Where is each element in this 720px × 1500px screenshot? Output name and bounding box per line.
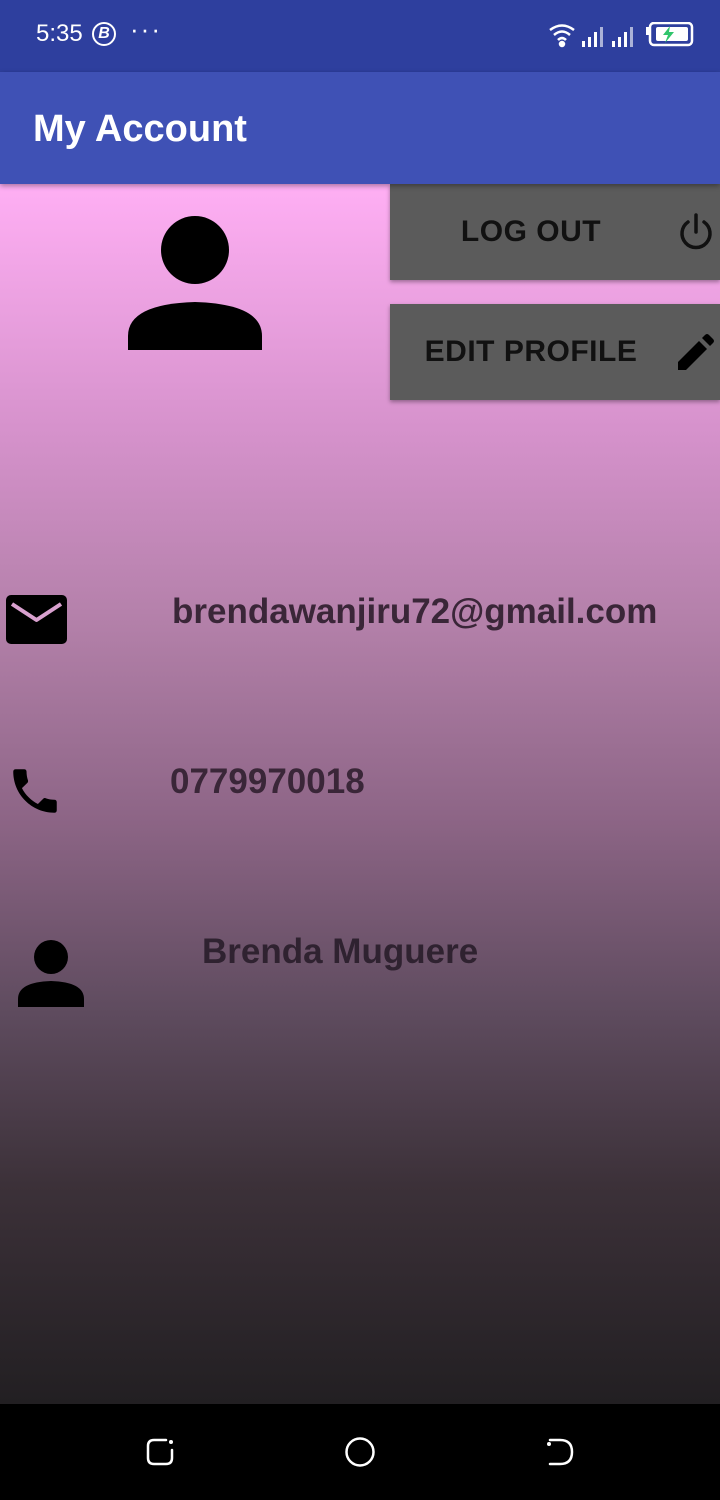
page-title: My Account	[33, 108, 247, 150]
status-icons	[549, 22, 694, 48]
edit-profile-button[interactable]: EDIT PROFILE	[390, 304, 720, 400]
recents-icon[interactable]	[144, 1436, 176, 1468]
power-icon	[680, 213, 712, 250]
pencil-icon	[678, 334, 714, 370]
back-icon[interactable]	[544, 1436, 576, 1468]
logout-label: LOG OUT	[460, 215, 602, 248]
phone-text: 0779970018	[170, 762, 365, 801]
battery-charging-icon	[646, 22, 694, 47]
signal-icon	[612, 27, 633, 47]
notification-badge-icon: B	[92, 22, 116, 46]
signal-icon	[582, 27, 603, 47]
more-notifications-icon: ···	[130, 14, 162, 44]
email-text: brendawanjiru72@gmail.com	[172, 592, 658, 631]
logout-button[interactable]: LOG OUT	[390, 184, 720, 280]
account-content: LOG OUT EDIT PROFILE brendawanjiru72@gma…	[0, 184, 720, 1404]
status-bar: 5:35 B ···	[0, 0, 720, 72]
name-text: Brenda Muguere	[202, 932, 479, 971]
mail-icon	[6, 595, 67, 644]
navigation-bar	[0, 1404, 720, 1500]
home-icon[interactable]	[344, 1436, 376, 1468]
status-time: 5:35	[36, 20, 83, 47]
person-icon	[128, 216, 262, 350]
wifi-icon	[549, 24, 575, 48]
edit-profile-label: EDIT PROFILE	[424, 335, 638, 368]
phone-icon	[13, 769, 57, 813]
app-bar: My Account	[0, 72, 720, 184]
person-icon	[18, 940, 84, 1007]
